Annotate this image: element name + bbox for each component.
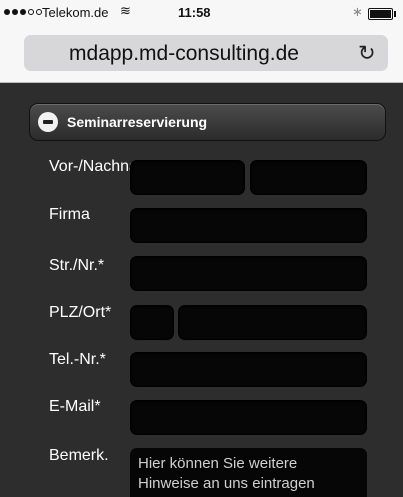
street-label: Str./Nr.*	[49, 257, 105, 274]
carrier-name: Telekom.de	[42, 5, 109, 20]
bluetooth-icon: ∗	[352, 4, 363, 19]
last-name-input[interactable]	[250, 160, 367, 195]
email-input[interactable]	[130, 400, 367, 435]
page-content: Seminarreservierung Vor-/Nachname* Firma…	[0, 84, 403, 497]
company-input[interactable]	[130, 208, 367, 243]
collapse-icon[interactable]	[38, 112, 58, 132]
clock: 11:58	[178, 5, 211, 20]
reload-icon[interactable]: ↻	[358, 41, 376, 66]
city-input[interactable]	[178, 305, 367, 340]
phone-label: Tel.-Nr.*	[49, 351, 106, 368]
seminar-reservation-collapsible[interactable]: Seminarreservierung	[29, 103, 386, 141]
first-name-input[interactable]	[130, 160, 245, 195]
battery-icon	[368, 8, 393, 20]
zip-city-label: PLZ/Ort*	[49, 304, 112, 321]
section-title: Seminarreservierung	[67, 114, 208, 130]
remarks-label: Bemerk.	[49, 447, 109, 464]
company-label: Firma	[49, 206, 90, 223]
phone-input[interactable]	[130, 352, 367, 387]
browser-chrome: Telekom.de ≋ 11:58 ∗ mdapp.md-consulting…	[0, 0, 403, 83]
battery-tip	[394, 11, 396, 17]
remarks-textarea[interactable]: Hier können Sie weitere Hinweise an uns …	[130, 448, 367, 497]
signal-strength-icon	[4, 9, 42, 15]
zip-input[interactable]	[130, 305, 174, 340]
street-input[interactable]	[130, 256, 367, 291]
address-bar[interactable]: mdapp.md-consulting.de ↻	[24, 35, 388, 71]
name-label: Vor-/Nachname*	[49, 158, 167, 175]
status-bar: Telekom.de ≋ 11:58 ∗	[0, 0, 403, 26]
email-label: E-Mail*	[49, 398, 101, 415]
wifi-icon: ≋	[120, 3, 131, 18]
url-text[interactable]: mdapp.md-consulting.de	[24, 42, 344, 66]
